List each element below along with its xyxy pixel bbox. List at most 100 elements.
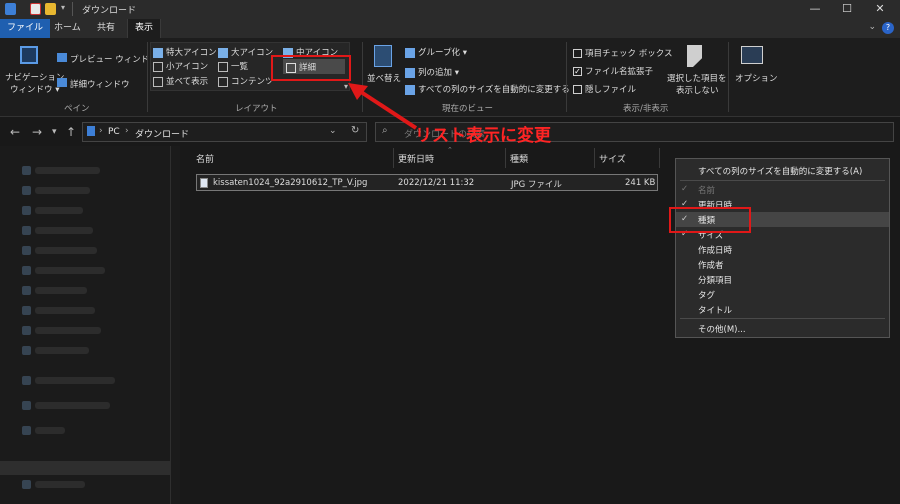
details-pane-button[interactable]: 詳細ウィンドウ [70,78,130,90]
extra-large-icons-option[interactable]: 特大アイコン [153,46,217,58]
menu-item-categories[interactable]: 分類項目 [676,272,889,287]
pane-divider[interactable] [170,146,171,504]
content-icon [218,76,228,87]
tiles-icon [153,76,163,87]
column-divider[interactable] [594,148,595,168]
menu-item-label: 作成者 [698,261,724,271]
navigation-pane-button[interactable]: ナビゲーション [5,71,64,83]
nav-item-blurred[interactable] [35,227,93,234]
nav-item-blurred[interactable] [35,307,95,314]
tab-home[interactable]: ホーム [47,19,88,38]
title-divider [72,2,73,16]
menu-item-tags[interactable]: タグ [676,287,889,302]
column-header-type[interactable]: 種類 [510,152,528,165]
ribbon: ナビゲーション ウィンドウ ▾ プレビュー ウィンドウ 詳細ウィンドウ ペイン … [0,38,900,117]
navigation-pane[interactable] [0,146,180,504]
nav-item-blurred[interactable] [35,287,87,294]
nav-item-icon [22,246,31,255]
forward-icon[interactable]: → [32,125,42,139]
column-header-name[interactable]: 名前 [196,152,214,165]
column-header-size[interactable]: サイズ [599,152,626,165]
hidden-items-toggle[interactable]: 隠しファイル [573,83,636,95]
tab-file[interactable]: ファイル [0,19,51,38]
tab-share[interactable]: 共有 [90,19,122,38]
recent-locations-icon[interactable]: ▾ [52,127,57,137]
tab-view[interactable]: 表示 [127,19,162,38]
item-checkboxes-checkbox[interactable] [573,49,582,58]
close-button[interactable]: ✕ [865,2,895,16]
column-divider[interactable] [659,148,660,168]
address-bar[interactable]: › PC › ダウンロード ⌄ ↻ [82,122,367,142]
menu-item-fit-all-columns[interactable]: すべての列のサイズを自動的に変更する(A) [676,163,889,178]
nav-item-blurred[interactable] [35,327,101,334]
nav-item-blurred[interactable] [35,187,90,194]
add-columns-button[interactable]: 列の追加 ▾ [405,66,459,78]
check-icon: ✓ [681,184,689,194]
nav-item-blurred[interactable] [35,267,105,274]
group-by-button[interactable]: グループ化 ▾ [405,46,467,58]
navigation-pane-icon[interactable] [20,46,38,64]
fit-columns-button[interactable]: すべての列のサイズを自動的に変更する [405,83,570,95]
file-extensions-toggle[interactable]: ✓ ファイル名拡張子 [573,65,653,77]
ribbon-separator [147,42,148,112]
list-label: 一覧 [231,62,249,72]
nav-item-blurred[interactable] [35,402,110,409]
content-option[interactable]: コンテンツ [218,75,274,87]
small-icons-option[interactable]: 小アイコン [153,60,208,72]
nav-item-blurred[interactable] [35,207,83,214]
chevron-down-icon[interactable]: ⌄ [868,22,876,32]
nav-item-blurred[interactable] [35,427,65,434]
annotation-highlight-details [271,55,351,81]
column-divider[interactable] [393,148,394,168]
sort-icon [374,45,392,67]
nav-item-blurred[interactable] [35,247,97,254]
file-size: 241 KB [625,178,656,188]
up-icon[interactable]: ↑ [66,125,76,139]
menu-item-more[interactable]: その他(M)... [676,321,889,336]
list-option[interactable]: 一覧 [218,60,248,72]
new-folder-icon[interactable] [45,3,56,15]
column-divider[interactable] [505,148,506,168]
details-pane-icon [57,78,67,87]
menu-item-label: すべての列のサイズを自動的に変更する(A) [698,167,863,177]
hide-selected-button-line2[interactable]: 表示しない [676,84,719,96]
nav-item-blurred[interactable] [35,377,115,384]
preview-pane-button[interactable]: プレビュー ウィンドウ [70,53,158,65]
minimize-button[interactable]: — [800,2,830,16]
back-icon[interactable]: ← [10,125,20,139]
address-dropdown-icon[interactable]: ⌄ [329,126,337,136]
nav-item-blurred[interactable] [35,347,89,354]
ribbon-separator [566,42,567,112]
maximize-button[interactable]: ☐ [832,2,862,16]
nav-item-icon [22,186,31,195]
hidden-items-checkbox[interactable] [573,85,582,94]
navigation-pane-button-line2[interactable]: ウィンドウ ▾ [10,83,59,95]
column-header-date[interactable]: 更新日時 [398,152,434,165]
nav-item-icon [22,226,31,235]
nav-item-blurred[interactable] [35,481,85,488]
annotation-highlight-type [669,207,751,233]
breadcrumb-separator: › [125,126,129,136]
nav-item-selected-blurred[interactable] [0,461,170,475]
menu-item-title[interactable]: タイトル [676,302,889,317]
small-icons-icon [153,61,163,72]
options-button[interactable]: オプション [735,72,778,84]
tiles-option[interactable]: 並べて表示 [153,75,208,87]
hide-selected-button[interactable]: 選択した項目を [667,72,727,84]
group-label-show-hide: 表示/非表示 [623,104,669,114]
table-row[interactable]: kissaten1024_92a2910612_TP_V.jpg 2022/12… [196,174,658,191]
item-checkboxes-label: 項目チェック ボックス [585,49,673,59]
item-checkboxes-toggle[interactable]: 項目チェック ボックス [573,47,672,59]
nav-item-blurred[interactable] [35,167,100,174]
properties-icon[interactable] [30,3,41,15]
quick-access-dropdown-icon[interactable]: ▾ [61,3,65,12]
breadcrumb-downloads[interactable]: ダウンロード [135,127,189,140]
help-icon[interactable]: ? [882,22,894,34]
menu-item-date-created[interactable]: 作成日時 [676,242,889,257]
file-extensions-checkbox[interactable]: ✓ [573,67,582,76]
large-icons-option[interactable]: 大アイコン [218,46,273,58]
file-date: 2022/12/21 11:32 [398,178,475,188]
menu-item-authors[interactable]: 作成者 [676,257,889,272]
menu-item-label: タグ [698,291,716,301]
breadcrumb-pc[interactable]: PC [108,127,120,137]
